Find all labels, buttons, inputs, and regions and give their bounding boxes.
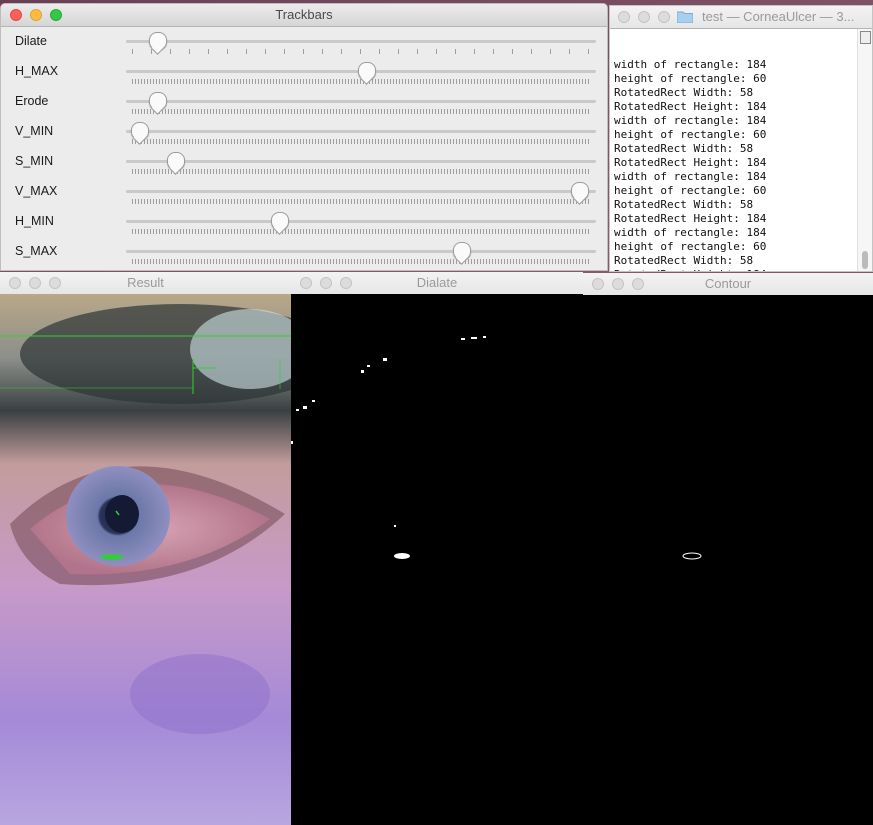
window-title: Trackbars	[275, 7, 333, 22]
terminal-line: height of rectangle: 60	[614, 72, 767, 85]
terminal-output[interactable]: width of rectangle: 184 height of rectang…	[614, 30, 858, 271]
terminal-line: RotatedRect Height: 184	[614, 212, 767, 225]
close-button[interactable]	[592, 278, 604, 290]
terminal-line: height of rectangle: 60	[614, 128, 767, 141]
slider-row-s-max: S_MAX	[1, 242, 607, 270]
contour-view	[583, 295, 873, 825]
slider-label: H_MAX	[15, 64, 59, 78]
slider-label: V_MAX	[15, 184, 58, 198]
result-titlebar[interactable]: Result	[0, 272, 291, 295]
slider-track[interactable]	[126, 190, 596, 193]
zoom-button[interactable]	[49, 277, 61, 289]
trackbars-window: Trackbars Dilate H_MAX Erode V_MIN S_MIN V_MA…	[0, 3, 608, 271]
slider-track[interactable]	[126, 160, 596, 163]
window-title: Dialate	[416, 275, 458, 290]
slider-thumb[interactable]	[148, 92, 167, 110]
dialate-titlebar[interactable]: Dialate	[291, 272, 583, 295]
slider-row-h-min: H_MIN	[1, 212, 607, 242]
terminal-line: RotatedRect Height: 184	[614, 100, 767, 113]
terminal-line: height of rectangle: 60	[614, 184, 767, 197]
minimize-button[interactable]	[29, 277, 41, 289]
split-handle-icon[interactable]	[860, 31, 871, 44]
slider-track[interactable]	[126, 250, 596, 253]
close-button[interactable]	[10, 9, 22, 21]
slider-label: H_MIN	[15, 214, 54, 228]
slider-label: S_MIN	[15, 154, 54, 168]
terminal-line: height of rectangle: 60	[614, 240, 767, 253]
minimize-button[interactable]	[612, 278, 624, 290]
slider-ticks	[132, 199, 590, 204]
terminal-line: RotatedRect Width: 58	[614, 86, 754, 99]
scroll-thumb[interactable]	[862, 251, 868, 269]
window-title: Result	[127, 275, 164, 290]
slider-ticks	[132, 139, 590, 144]
slider-thumb[interactable]	[357, 62, 376, 80]
slider-row-s-min: S_MIN	[1, 152, 607, 182]
minimize-button[interactable]	[30, 9, 42, 21]
terminal-line: RotatedRect Height: 184	[614, 156, 767, 169]
terminal-window: test — CorneaUlcer — 3... width of recta…	[609, 5, 873, 272]
window-title: Contour	[704, 276, 752, 291]
terminal-line: width of rectangle: 184	[614, 114, 767, 127]
slider-label: S_MAX	[15, 244, 58, 258]
slider-label: Erode	[15, 94, 49, 108]
folder-icon	[677, 11, 693, 23]
terminal-line: RotatedRect Width: 58	[614, 254, 754, 267]
eye-camera-image	[0, 294, 291, 825]
zoom-button[interactable]	[632, 278, 644, 290]
slider-ticks	[132, 169, 590, 174]
close-button[interactable]	[9, 277, 21, 289]
minimize-button[interactable]	[638, 11, 650, 23]
zoom-button[interactable]	[340, 277, 352, 289]
slider-thumb[interactable]	[166, 152, 185, 170]
result-window: Result	[0, 272, 291, 825]
slider-ticks	[132, 109, 590, 114]
slider-label: V_MIN	[15, 124, 54, 138]
zoom-button[interactable]	[50, 9, 62, 21]
slider-track[interactable]	[126, 100, 596, 103]
slider-thumb[interactable]	[148, 32, 167, 50]
dialate-mask-view	[291, 294, 583, 825]
terminal-line: RotatedRect Height: 184	[614, 268, 858, 271]
dilated-mask-image	[291, 294, 583, 825]
contour-window: Contour	[583, 273, 873, 825]
trackbars-titlebar[interactable]: Trackbars	[1, 4, 607, 27]
zoom-button[interactable]	[658, 11, 670, 23]
slider-track[interactable]	[126, 130, 596, 133]
slider-thumb[interactable]	[452, 242, 471, 260]
slider-row-dilate: Dilate	[1, 32, 607, 62]
slider-track[interactable]	[126, 220, 596, 223]
slider-row-erode: Erode	[1, 92, 607, 122]
slider-ticks	[132, 49, 590, 54]
terminal-line: RotatedRect Width: 58	[614, 198, 754, 211]
slider-thumb[interactable]	[130, 122, 149, 140]
result-image-view	[0, 294, 291, 825]
slider-label: Dilate	[15, 34, 47, 48]
slider-thumb[interactable]	[570, 182, 589, 200]
slider-ticks	[132, 229, 590, 234]
terminal-line: width of rectangle: 184	[614, 170, 767, 183]
terminal-line: RotatedRect Width: 58	[614, 142, 754, 155]
slider-row-h-max: H_MAX	[1, 62, 607, 92]
terminal-line: width of rectangle: 184	[614, 226, 767, 239]
minimize-button[interactable]	[320, 277, 332, 289]
terminal-titlebar[interactable]: test — CorneaUlcer — 3...	[610, 6, 872, 29]
window-title: test — CorneaUlcer — 3...	[702, 9, 855, 24]
slider-row-v-min: V_MIN	[1, 122, 607, 152]
close-button[interactable]	[300, 277, 312, 289]
slider-track[interactable]	[126, 40, 596, 43]
terminal-line: width of rectangle: 184	[614, 58, 767, 71]
slider-thumb[interactable]	[271, 212, 290, 230]
slider-ticks	[132, 259, 590, 264]
slider-row-v-max: V_MAX	[1, 182, 607, 212]
contour-titlebar[interactable]: Contour	[583, 273, 873, 296]
dialate-window: Dialate	[291, 272, 583, 825]
scrollbar[interactable]	[857, 29, 872, 271]
contour-image	[583, 295, 873, 825]
close-button[interactable]	[618, 11, 630, 23]
